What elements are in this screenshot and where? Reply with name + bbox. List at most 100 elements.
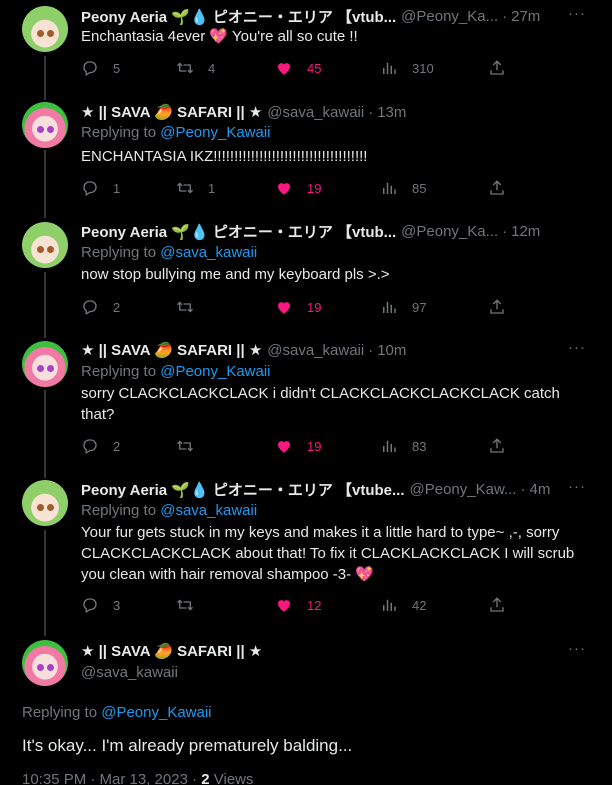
separator-dot: · bbox=[368, 341, 374, 359]
replying-to: Replying to @Peony_Kawaii bbox=[81, 124, 271, 141]
reply-count: 5 bbox=[113, 60, 121, 76]
retweet-button[interactable]: 4 bbox=[176, 59, 215, 77]
tweet-timestamp[interactable]: 10:35 PM · Mar 13, 2023 · bbox=[22, 771, 201, 785]
share-button[interactable] bbox=[488, 59, 520, 77]
display-name[interactable]: ★ || SAVA 🥭 SAFARI || ★ bbox=[81, 103, 262, 121]
replying-to: Replying to @sava_kawaii bbox=[81, 502, 257, 519]
retweet-icon bbox=[177, 301, 193, 313]
share-icon bbox=[490, 438, 504, 453]
views-label: Views bbox=[209, 771, 254, 785]
focused-tweet: ★ || SAVA 🥭 SAFARI || ★ @sava_kawaii ···… bbox=[0, 638, 612, 785]
tweet[interactable]: ★ || SAVA 🥭 SAFARI || ★ @sava_kawaii · 1… bbox=[0, 100, 612, 218]
handle[interactable]: @sava_kawaii bbox=[267, 104, 364, 121]
share-icon bbox=[490, 597, 504, 612]
more-icon[interactable]: ··· bbox=[568, 340, 586, 360]
views-count: 85 bbox=[412, 180, 427, 196]
like-count: 12 bbox=[307, 597, 322, 613]
like-icon bbox=[278, 600, 290, 612]
like-icon bbox=[278, 63, 290, 75]
display-name[interactable]: Peony Aeria 🌱💧 ピオニー・エリア 【vtub... bbox=[81, 221, 396, 241]
tweet-meta: 10:35 PM · Mar 13, 2023 · 2 Views bbox=[22, 771, 254, 785]
mention-link[interactable]: @Peony_Kawaii bbox=[101, 704, 211, 721]
handle[interactable]: @Peony_Kaw... bbox=[410, 481, 517, 498]
avatar[interactable] bbox=[22, 6, 68, 52]
replying-to: Replying to @sava_kawaii bbox=[81, 244, 257, 261]
share-button[interactable] bbox=[488, 437, 520, 455]
replying-to-label: Replying to bbox=[22, 704, 98, 721]
tweet[interactable]: ★ || SAVA 🥭 SAFARI || ★ @sava_kawaii · 1… bbox=[0, 339, 612, 479]
mention-link[interactable]: @Peony_Kawaii bbox=[160, 124, 270, 141]
share-icon bbox=[490, 180, 504, 195]
tweet-text: Enchantasia 4ever 💖 You're all so cute !… bbox=[81, 28, 358, 45]
mention-link[interactable]: @sava_kawaii bbox=[160, 502, 257, 519]
avatar[interactable] bbox=[22, 480, 68, 526]
like-button[interactable]: 19 bbox=[275, 298, 321, 316]
share-button[interactable] bbox=[488, 179, 520, 197]
reply-button[interactable]: 2 bbox=[81, 298, 120, 316]
views-button[interactable]: 97 bbox=[380, 298, 426, 316]
share-button[interactable] bbox=[488, 298, 520, 316]
like-button[interactable]: 45 bbox=[275, 59, 321, 77]
display-name[interactable]: ★ || SAVA 🥭 SAFARI || ★ bbox=[81, 642, 262, 660]
handle[interactable]: @Peony_Ka... bbox=[401, 223, 498, 240]
more-icon[interactable]: ··· bbox=[568, 641, 586, 661]
separator-dot: · bbox=[502, 7, 508, 25]
timestamp[interactable]: 13m bbox=[377, 104, 406, 121]
timestamp[interactable]: 4m bbox=[529, 481, 550, 498]
retweet-count: 1 bbox=[208, 180, 216, 196]
reply-button[interactable]: 1 bbox=[81, 179, 120, 197]
reply-count: 3 bbox=[113, 597, 121, 613]
views-button[interactable]: 310 bbox=[380, 59, 434, 77]
views-button[interactable]: 83 bbox=[380, 437, 426, 455]
replying-to: Replying to @Peony_Kawaii bbox=[81, 363, 271, 380]
timestamp[interactable]: 12m bbox=[511, 223, 540, 240]
like-button[interactable]: 12 bbox=[275, 596, 321, 614]
views-button[interactable]: 42 bbox=[380, 596, 426, 614]
handle[interactable]: @sava_kawaii bbox=[81, 664, 178, 681]
retweet-button[interactable]: 1 bbox=[176, 179, 215, 197]
more-icon[interactable]: ··· bbox=[568, 6, 586, 26]
views-count: 310 bbox=[412, 60, 434, 76]
mention-link[interactable]: @Peony_Kawaii bbox=[160, 363, 270, 380]
tweet[interactable]: Peony Aeria 🌱💧 ピオニー・エリア 【vtube... @Peony… bbox=[0, 478, 612, 628]
reply-button[interactable]: 5 bbox=[81, 59, 120, 77]
share-button[interactable] bbox=[488, 596, 520, 614]
mention-link[interactable]: @sava_kawaii bbox=[160, 244, 257, 261]
avatar[interactable] bbox=[22, 222, 68, 268]
like-button[interactable]: 19 bbox=[275, 437, 321, 455]
like-button[interactable]: 19 bbox=[275, 179, 321, 197]
tweet[interactable]: Peony Aeria 🌱💧 ピオニー・エリア 【vtub... @Peony_… bbox=[0, 0, 612, 90]
like-icon bbox=[278, 183, 290, 195]
reply-count: 2 bbox=[113, 438, 121, 454]
tweet[interactable]: Peony Aeria 🌱💧 ピオニー・エリア 【vtub... @Peony_… bbox=[0, 220, 612, 338]
share-icon bbox=[490, 299, 504, 314]
avatar[interactable] bbox=[22, 102, 68, 148]
timestamp[interactable]: 27m bbox=[511, 8, 540, 25]
retweet-icon bbox=[177, 182, 193, 194]
display-name[interactable]: ★ || SAVA 🥭 SAFARI || ★ bbox=[81, 341, 262, 359]
like-icon bbox=[278, 302, 290, 314]
avatar[interactable] bbox=[22, 640, 68, 686]
replying-to-label: Replying to bbox=[81, 502, 157, 519]
timestamp[interactable]: 10m bbox=[377, 342, 406, 359]
views-button[interactable]: 85 bbox=[380, 179, 426, 197]
avatar[interactable] bbox=[22, 341, 68, 387]
retweet-button[interactable] bbox=[176, 596, 208, 614]
reply-icon bbox=[83, 598, 97, 613]
display-name[interactable]: Peony Aeria 🌱💧 ピオニー・エリア 【vtub... bbox=[81, 6, 396, 26]
retweet-button[interactable] bbox=[176, 437, 208, 455]
handle[interactable]: @Peony_Ka... bbox=[401, 8, 498, 25]
reply-icon bbox=[83, 300, 97, 315]
tweet-text: Your fur gets stuck in my keys and makes… bbox=[81, 524, 575, 583]
more-icon[interactable]: ··· bbox=[568, 479, 586, 499]
views-count: 2 bbox=[201, 771, 210, 785]
handle[interactable]: @sava_kawaii bbox=[267, 342, 364, 359]
display-name[interactable]: Peony Aeria 🌱💧 ピオニー・エリア 【vtube... bbox=[81, 479, 405, 499]
retweet-button[interactable] bbox=[176, 298, 208, 316]
reply-button[interactable]: 3 bbox=[81, 596, 120, 614]
action-bar: 2 19 97 bbox=[81, 298, 521, 320]
reply-button[interactable]: 2 bbox=[81, 437, 120, 455]
like-icon bbox=[278, 441, 290, 453]
reply-icon bbox=[83, 61, 97, 76]
retweet-icon bbox=[177, 599, 193, 611]
